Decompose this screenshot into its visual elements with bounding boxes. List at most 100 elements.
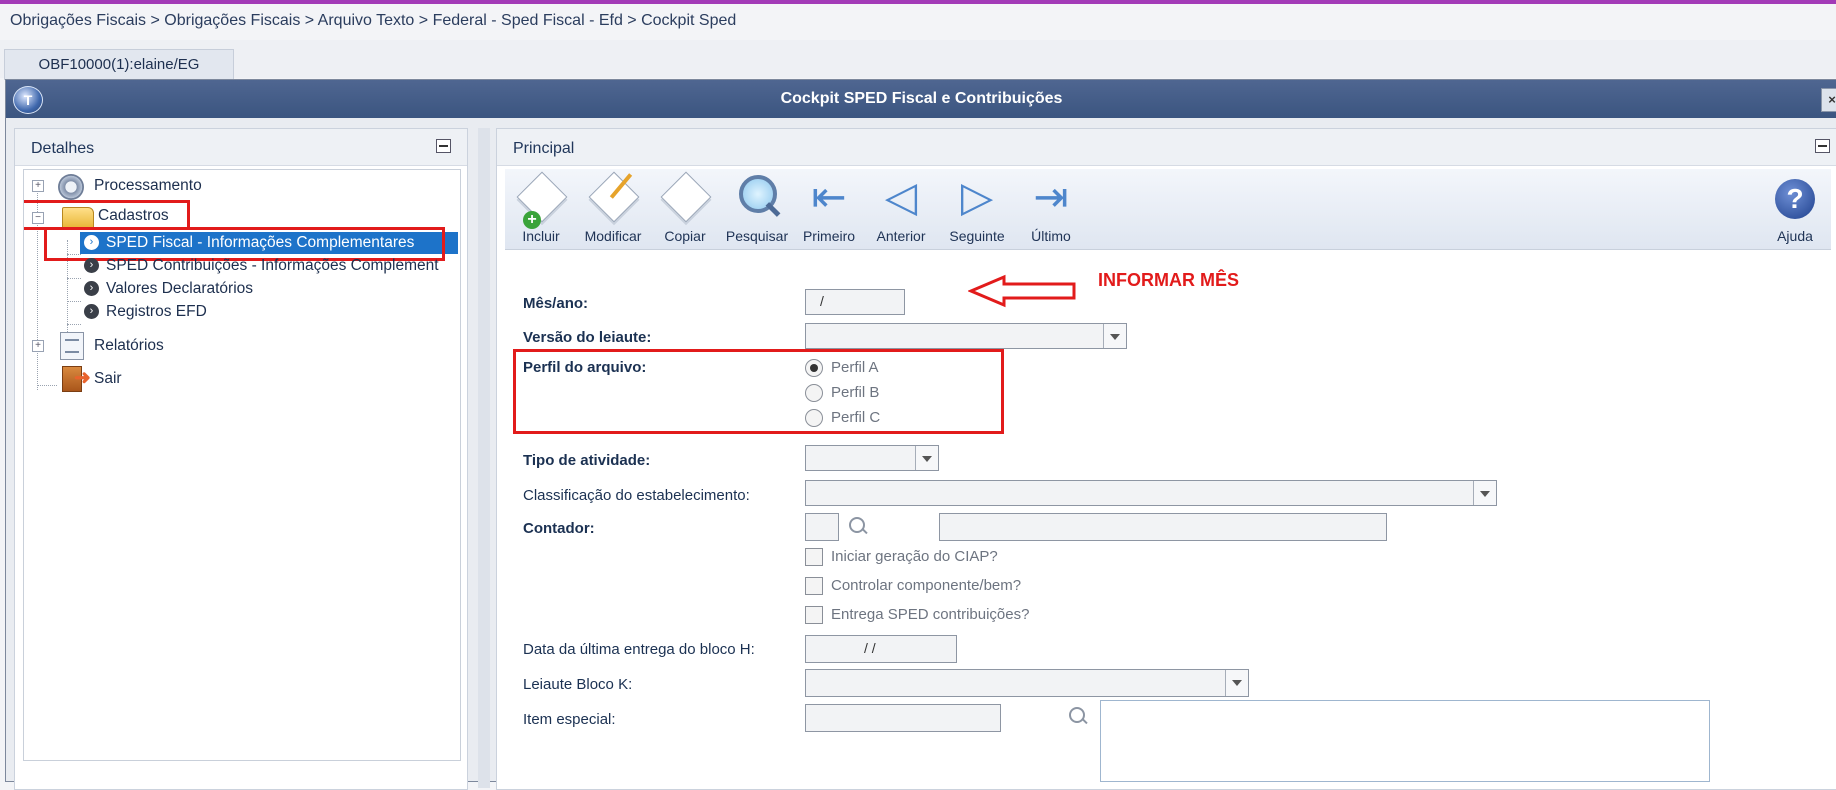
classificacao-label: Classificação do estabelecimento:: [523, 487, 750, 504]
tree-item-relatorios[interactable]: Relatórios: [94, 334, 164, 358]
search-icon[interactable]: [849, 517, 865, 533]
contador-name-input[interactable]: [939, 513, 1387, 541]
tree-connector: [37, 385, 57, 386]
versao-leiaute-select[interactable]: [805, 323, 1127, 349]
expand-icon[interactable]: +: [32, 180, 44, 192]
minimize-icon[interactable]: [436, 139, 451, 153]
toolbar: + Incluir Modificar Copiar Pesquisar ⇤ P…: [505, 169, 1831, 250]
perfil-b-radio[interactable]: [805, 384, 823, 402]
details-panel-title: Detalhes: [31, 140, 95, 157]
perfil-a-radio[interactable]: [805, 359, 823, 377]
pesquisar-label: Pesquisar: [725, 228, 789, 244]
copy-document-icon: [660, 171, 712, 223]
annotation-text: INFORMAR MÊS: [1098, 270, 1239, 290]
tipo-atividade-select[interactable]: [805, 445, 939, 471]
modificar-button[interactable]: Modificar: [577, 171, 649, 247]
chevron-down-icon[interactable]: [915, 446, 938, 470]
entrega-sped-label: Entrega SPED contribuições?: [831, 606, 1030, 623]
first-arrow-icon: ⇤: [811, 173, 847, 220]
copiar-button[interactable]: Copiar: [649, 171, 721, 247]
chevron-down-icon[interactable]: [1225, 670, 1248, 696]
pesquisar-button[interactable]: Pesquisar: [721, 171, 793, 247]
tree-item-processamento[interactable]: Processamento: [94, 174, 202, 198]
leiaute-bloco-k-label: Leiaute Bloco K:: [523, 676, 633, 693]
perfil-c-radio[interactable]: [805, 409, 823, 427]
ciap-checkbox[interactable]: [805, 548, 823, 566]
data-bloco-h-label: Data da última entrega do bloco H:: [523, 641, 755, 658]
arrow-right-icon: ›: [84, 304, 99, 319]
mes-ano-label: Mês/ano:: [523, 295, 589, 312]
versao-leiaute-label: Versão do leiaute:: [523, 329, 652, 346]
next-arrow-icon: ▷: [960, 173, 994, 220]
app-logo-icon: T: [13, 86, 43, 114]
main-panel: Principal + Incluir Modificar Copiar Pes…: [496, 128, 1836, 790]
details-panel: Detalhes + Processamento − Cadastros › S…: [14, 128, 468, 790]
item-especial-description[interactable]: [1100, 700, 1710, 782]
arrow-right-icon: ›: [84, 258, 99, 273]
anterior-label: Anterior: [876, 228, 926, 244]
search-icon[interactable]: [1069, 707, 1085, 723]
contador-label: Contador:: [523, 520, 595, 537]
ajuda-button[interactable]: ? Ajuda: [1759, 171, 1831, 247]
classificacao-select[interactable]: [805, 480, 1497, 506]
perfil-arquivo-label: Perfil do arquivo:: [523, 359, 647, 376]
tab-bar: [0, 40, 1836, 78]
tree-item-registros-efd[interactable]: Registros EFD: [106, 300, 207, 324]
plus-icon: +: [523, 211, 541, 229]
main-panel-header: Principal: [497, 129, 1836, 166]
tab-obf10000[interactable]: OBF10000(1):elaine/EG: [4, 49, 234, 80]
seguinte-button[interactable]: ▷ Seguinte: [941, 171, 1013, 247]
expand-icon[interactable]: +: [32, 340, 44, 352]
chevron-down-icon[interactable]: [1103, 324, 1126, 348]
ultimo-label: Último: [1031, 228, 1071, 244]
mes-ano-value: /: [820, 293, 824, 309]
perfil-c-label: Perfil C: [831, 409, 881, 426]
exit-arrow-icon: ➜: [74, 367, 91, 389]
componente-checkbox[interactable]: [805, 577, 823, 595]
gear-icon: [58, 174, 84, 200]
top-accent-line: [0, 0, 1836, 4]
entrega-sped-checkbox[interactable]: [805, 606, 823, 624]
perfil-b-label: Perfil B: [831, 384, 880, 401]
cockpit-window: T Cockpit SPED Fiscal e Contribuições × …: [5, 79, 1836, 790]
incluir-label: Incluir: [522, 228, 560, 244]
mes-ano-input[interactable]: /: [805, 289, 905, 315]
report-icon: [60, 332, 84, 360]
incluir-button[interactable]: + Incluir: [505, 171, 577, 247]
item-especial-label: Item especial:: [523, 711, 616, 728]
tree-connector: [67, 278, 81, 279]
ultimo-button[interactable]: ⇥ Último: [1015, 171, 1087, 247]
tree-connector: [67, 301, 81, 302]
leiaute-bloco-k-select[interactable]: [805, 669, 1249, 697]
tipo-atividade-label: Tipo de atividade:: [523, 452, 651, 469]
panel-splitter[interactable]: [478, 128, 490, 788]
help-icon: ?: [1775, 179, 1815, 219]
annotation-arrow-icon: [968, 274, 1076, 308]
last-arrow-icon: ⇥: [1033, 173, 1069, 220]
breadcrumb[interactable]: Obrigações Fiscais > Obrigações Fiscais …: [10, 12, 736, 30]
primeiro-button[interactable]: ⇤ Primeiro: [793, 171, 865, 247]
close-button[interactable]: ×: [1821, 88, 1836, 112]
tree-item-valores-declaratorios[interactable]: Valores Declaratórios: [106, 277, 253, 301]
perfil-a-label: Perfil A: [831, 359, 879, 376]
navigation-tree: + Processamento − Cadastros › SPED Fisca…: [23, 169, 461, 761]
window-titlebar: T Cockpit SPED Fiscal e Contribuições ×: [6, 80, 1836, 118]
tree-item-sair[interactable]: Sair: [94, 367, 122, 391]
tree-item-sped-contribuicoes[interactable]: SPED Contribuições - Informações Complem…: [106, 254, 439, 278]
data-bloco-h-input[interactable]: / /: [805, 635, 957, 663]
chevron-down-icon[interactable]: [1473, 481, 1496, 505]
seguinte-label: Seguinte: [949, 228, 1005, 244]
contador-code-input[interactable]: [805, 513, 839, 541]
minimize-icon[interactable]: [1815, 139, 1830, 153]
primeiro-label: Primeiro: [802, 228, 856, 244]
main-panel-title: Principal: [513, 140, 575, 157]
componente-label: Controlar componente/bem?: [831, 577, 1022, 594]
item-especial-input[interactable]: [805, 704, 1001, 732]
ciap-label: Iniciar geração do CIAP?: [831, 548, 998, 565]
copiar-label: Copiar: [664, 228, 706, 244]
previous-arrow-icon: ◁: [884, 173, 918, 220]
anterior-button[interactable]: ◁ Anterior: [865, 171, 937, 247]
details-panel-header: Detalhes: [15, 129, 467, 166]
arrow-right-icon: ›: [84, 281, 99, 296]
tree-connector: [67, 324, 81, 325]
